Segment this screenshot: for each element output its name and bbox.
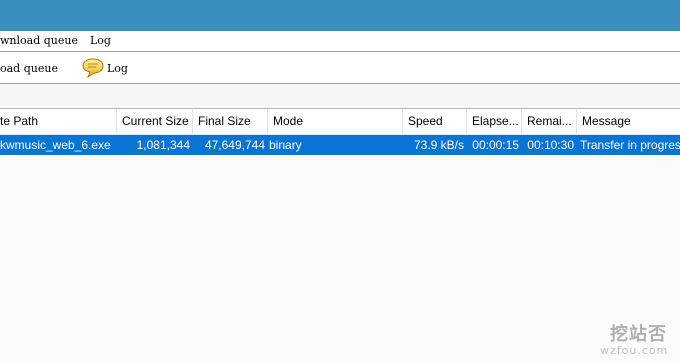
menu-item-log[interactable]: Log	[90, 34, 111, 47]
cell-speed: 73.9 kB/s	[413, 138, 464, 152]
cell-elapsed: 00:00:15	[472, 138, 519, 152]
column-header-speed[interactable]: Speed	[403, 109, 467, 134]
column-header-remote-path[interactable]: te Path	[0, 109, 117, 134]
log-button[interactable]: Log	[82, 58, 128, 78]
column-header-final-size[interactable]: Final Size	[193, 109, 268, 134]
watermark-logo: 挖站否	[610, 324, 667, 345]
column-header-row: te Path Current Size Final Size Mode Spe…	[0, 109, 680, 135]
watermark-domain: wzfou.com	[600, 344, 669, 357]
speech-bubble-icon	[82, 58, 104, 78]
download-queue-button[interactable]: oad queue	[0, 58, 58, 78]
log-button-label: Log	[107, 61, 128, 75]
filter-bar	[0, 84, 680, 109]
cell-final-size: 47,649,744	[204, 138, 265, 152]
column-header-mode[interactable]: Mode	[268, 109, 403, 134]
column-header-current-size[interactable]: Current Size	[117, 109, 193, 134]
column-header-remaining[interactable]: Remai...	[522, 109, 577, 134]
menu-bar: wnload queue Log	[0, 31, 680, 52]
toolbar: oad queue Log	[0, 52, 680, 84]
cell-mode: binary	[269, 138, 302, 152]
cell-current-size: 1,081,344	[136, 138, 190, 152]
cell-message: Transfer in progress.	[580, 138, 680, 152]
cell-path: kwmusic_web_6.exe	[0, 138, 111, 152]
menu-item-download-queue[interactable]: wnload queue	[0, 34, 78, 47]
watermark: 挖站否 wzfou.com	[580, 320, 680, 360]
title-bar[interactable]	[0, 0, 680, 31]
cell-remaining: 00:10:30	[527, 138, 574, 152]
download-queue-button-label: oad queue	[0, 61, 58, 75]
column-header-elapsed[interactable]: Elapse...	[467, 109, 522, 134]
transfer-list[interactable]: te Path Current Size Final Size Mode Spe…	[0, 109, 680, 363]
column-header-message[interactable]: Message	[577, 109, 680, 134]
table-row[interactable]: kwmusic_web_6.exe 1,081,344 47,649,744 b…	[0, 135, 680, 155]
